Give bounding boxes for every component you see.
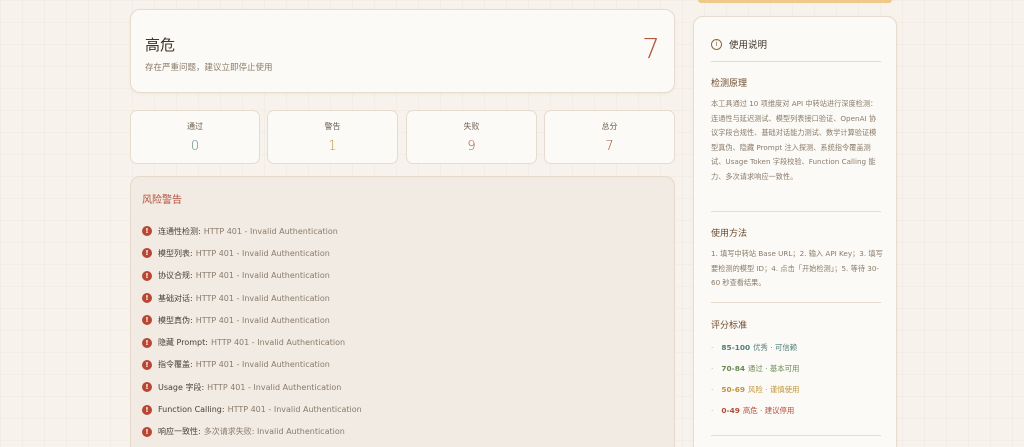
help-title: 使用说明 <box>729 40 768 51</box>
risk-item: ! 响应一致性: 多次请求失败: Invalid Authentication <box>142 421 362 443</box>
scoring-range: 85-100 <box>721 343 751 352</box>
risk-item-detail: HTTP 401 - Invalid Authentication <box>195 248 330 258</box>
stat-card-warning: 警告 1 <box>267 110 398 164</box>
alert-icon: ! <box>142 404 152 415</box>
scoring-range: 0-49 <box>721 406 740 415</box>
verdict-title: 高危 <box>145 36 176 54</box>
divider <box>711 435 881 436</box>
scoring-title: 评分标准 <box>711 321 748 331</box>
stat-value: 0 <box>190 139 200 154</box>
stat-label: 通过 <box>187 122 203 131</box>
risk-item-name: 响应一致性 <box>158 427 198 437</box>
risk-item-name: 协议合规 <box>158 271 190 281</box>
risk-item: ! 协议合规: HTTP 401 - Invalid Authentication <box>142 265 362 287</box>
risk-item-detail: HTTP 401 - Invalid Authentication <box>203 226 338 236</box>
risk-item-name: 连通性检测 <box>158 226 198 236</box>
verdict-score: 7 <box>642 32 660 65</box>
info-icon: i <box>711 38 722 50</box>
risk-item-detail: HTTP 401 - Invalid Authentication <box>227 405 362 415</box>
usage-text: 1. 填写中转站 Base URL；2. 输入 API Key；3. 填写要检测… <box>711 249 883 288</box>
stat-value: 1 <box>328 139 337 154</box>
divider <box>711 61 881 62</box>
risk-item-detail: HTTP 401 - Invalid Authentication <box>207 382 342 392</box>
risk-item: ! 模型真伪: HTTP 401 - Invalid Authentication <box>142 309 362 331</box>
help-header: i 使用说明 <box>711 37 767 51</box>
risk-item: ! 隐藏 Prompt: HTTP 401 - Invalid Authentica… <box>142 331 362 353</box>
scoring-desc: 风险 · 谨慎使用 <box>748 385 800 394</box>
risk-item-detail: HTTP 401 - Invalid Authentication <box>195 360 330 370</box>
risk-list: ! 连通性检测: HTTP 401 - Invalid Authentication… <box>142 220 362 443</box>
risk-warning-panel: 风险警告 ! 连通性检测: HTTP 401 - Invalid Authentic… <box>130 176 675 447</box>
stat-card-pass: 通过 0 <box>130 110 260 164</box>
risk-item-name: Usage 字段 <box>158 382 202 392</box>
alert-icon: ! <box>142 426 152 437</box>
alert-icon: ! <box>142 337 152 348</box>
risk-item: ! 模型列表: HTTP 401 - Invalid Authentication <box>142 242 362 264</box>
alert-icon: ! <box>142 293 152 304</box>
risk-item-name: 隐藏 Prompt <box>158 338 206 348</box>
scoring-desc: 通过 · 基本可用 <box>748 364 800 373</box>
risk-item-detail: HTTP 401 - Invalid Authentication <box>195 315 330 325</box>
risk-item-detail: HTTP 401 - Invalid Authentication <box>210 338 346 348</box>
alert-icon: ! <box>142 382 152 393</box>
stat-card-total: 总分 7 <box>544 110 675 164</box>
usage-title: 使用方法 <box>711 229 748 239</box>
divider <box>711 211 881 212</box>
stat-label: 失败 <box>463 122 480 131</box>
help-panel: i 使用说明 检测原理 本工具通过 10 项维度对 API 中转站进行深度检测：… <box>693 16 897 447</box>
risk-item-detail: HTTP 401 - Invalid Authentication <box>195 271 330 281</box>
stat-value: 7 <box>605 139 614 154</box>
risk-item: ! Function Calling: HTTP 401 - Invalid Aut… <box>142 398 362 420</box>
risk-item: ! 基础对话: HTTP 401 - Invalid Authentication <box>142 287 362 309</box>
alert-icon: ! <box>142 226 152 237</box>
alert-icon: ! <box>142 315 152 326</box>
top-accent-bar <box>698 0 892 3</box>
divider <box>711 302 881 303</box>
scoring-desc: 优秀 · 可信赖 <box>753 343 798 352</box>
risk-item-name: 模型列表 <box>158 248 190 258</box>
verdict-card: 高危 存在严重问题，建议立即停止使用 7 <box>130 9 675 93</box>
stat-label: 总分 <box>601 122 618 131</box>
scoring-row: · 70-84 通过 · 基本可用 <box>711 364 800 373</box>
risk-item: ! 连通性检测: HTTP 401 - Invalid Authentication <box>142 220 362 242</box>
risk-item-name: Function Calling <box>158 405 222 415</box>
stat-value: 9 <box>467 139 476 154</box>
scoring-row: · 85-100 优秀 · 可信赖 <box>711 343 798 352</box>
risk-item-name: 指令覆盖 <box>158 360 190 370</box>
alert-icon: ! <box>142 270 152 281</box>
risk-item: ! 指令覆盖: HTTP 401 - Invalid Authentication <box>142 354 362 376</box>
risk-item-name: 模型真伪 <box>158 315 190 325</box>
scoring-range: 50-69 <box>721 385 745 394</box>
stat-card-fail: 失败 9 <box>406 110 537 164</box>
risk-item-detail: 多次请求失败: Invalid Authentication <box>203 427 345 437</box>
scoring-row: · 0-49 高危 · 建议停用 <box>711 406 795 415</box>
scoring-row: · 50-69 风险 · 谨慎使用 <box>711 385 800 394</box>
principle-title: 检测原理 <box>711 79 748 89</box>
risk-title: 风险警告 <box>142 195 182 206</box>
risk-item-detail: HTTP 401 - Invalid Authentication <box>195 293 330 303</box>
principle-text: 本工具通过 10 项维度对 API 中转站进行深度检测：连通性与延迟测试、模型列… <box>711 99 878 181</box>
scoring-desc: 高危 · 建议停用 <box>742 406 795 415</box>
stat-label: 警告 <box>324 122 341 131</box>
scoring-range: 70-84 <box>721 364 745 373</box>
risk-item: ! Usage 字段: HTTP 401 - Invalid Authenticat… <box>142 376 362 398</box>
verdict-description: 存在严重问题，建议立即停止使用 <box>145 63 273 73</box>
alert-icon: ! <box>142 248 152 259</box>
risk-item-name: 基础对话 <box>158 293 190 303</box>
alert-icon: ! <box>142 359 152 370</box>
